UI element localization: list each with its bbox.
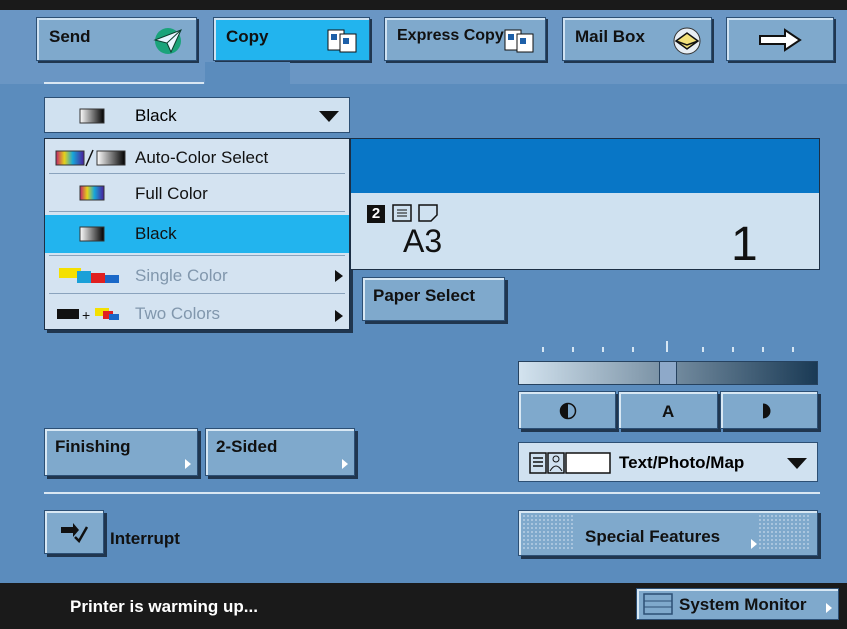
menu-item-label: Black [135, 224, 177, 243]
density-auto-button[interactable]: A [618, 391, 718, 429]
original-type-value: Text/Photo/Map [619, 453, 745, 472]
tab-send-label: Send [49, 27, 91, 46]
lighter-half-circle-icon [559, 402, 577, 420]
single-color-icon [59, 268, 119, 283]
two-sided-button[interactable]: 2-Sided [205, 428, 355, 476]
paper-select-button[interactable]: Paper Select [362, 277, 505, 321]
copy-quantity-value: 1 [731, 218, 758, 271]
system-monitor-label: System Monitor [679, 595, 807, 614]
black-gradient-icon [79, 226, 105, 242]
menu-item-label: Full Color [135, 184, 208, 203]
two-sided-label: 2-Sided [216, 437, 278, 456]
status-message: Printer is warming up... [70, 597, 258, 616]
tab-panel-edge [44, 70, 204, 84]
black-gradient-icon [79, 108, 105, 124]
submenu-arrow-icon [335, 270, 343, 282]
tab-mail-box[interactable]: Mail Box [562, 17, 712, 61]
paper-size-value: A3 [403, 223, 443, 259]
auto-color-icon [55, 149, 126, 167]
submenu-arrow-icon [185, 459, 191, 469]
density-slider[interactable] [518, 361, 818, 385]
copy-screen: Send Copy Express Copy Mail Box Black Au… [0, 0, 847, 629]
interrupt-button[interactable] [44, 510, 104, 554]
color-mode-dropdown[interactable]: Black [44, 97, 350, 133]
text-photo-map-icon [529, 452, 611, 474]
tab-express-copy[interactable]: Express Copy [384, 17, 546, 61]
tab-express-copy-label: Express Copy [397, 27, 504, 44]
paper-select-label: Paper Select [373, 286, 476, 305]
dotted-pattern-right [759, 515, 811, 551]
menu-item-two-colors[interactable]: + Two Colors [45, 295, 349, 333]
darker-half-circle-icon [763, 403, 771, 419]
submenu-arrow-icon [335, 310, 343, 322]
two-colors-icon: + [57, 307, 119, 323]
dotted-pattern-left [523, 515, 575, 551]
full-color-icon [79, 185, 105, 201]
color-mode-menu: Auto-Color Select Full Color Black Singl… [44, 138, 350, 330]
mail-box-icon [673, 27, 701, 55]
paper-plane-icon [153, 28, 182, 54]
copies-badge: 2 [367, 205, 385, 223]
active-tab-joint [205, 62, 290, 84]
finishing-label: Finishing [55, 437, 131, 456]
menu-item-label: Single Color [135, 266, 228, 285]
display-message-area [351, 139, 819, 193]
menu-divider [49, 173, 345, 174]
menu-divider [49, 211, 345, 212]
submenu-arrow-icon [751, 539, 757, 549]
menu-item-label: Auto-Color Select [135, 148, 269, 167]
svg-text:+: + [82, 307, 90, 323]
density-scale-ticks [542, 341, 794, 352]
submenu-arrow-icon [826, 603, 832, 613]
tab-mail-box-label: Mail Box [575, 27, 645, 46]
density-lighter-button[interactable] [518, 391, 616, 429]
menu-item-black[interactable]: Black [45, 215, 349, 253]
special-features-button[interactable]: Special Features [518, 510, 818, 556]
menu-item-single-color[interactable]: Single Color [45, 257, 349, 295]
original-type-dropdown[interactable]: Text/Photo/Map [518, 442, 818, 482]
chevron-down-icon [787, 458, 807, 469]
system-monitor-icon [643, 593, 673, 615]
tab-copy-label: Copy [226, 27, 269, 46]
finishing-button[interactable]: Finishing [44, 428, 198, 476]
paper-orientation-icon [392, 204, 438, 222]
menu-item-full-color[interactable]: Full Color [45, 175, 349, 213]
tab-send[interactable]: Send [36, 17, 197, 61]
interrupt-label: Interrupt [110, 529, 180, 548]
interrupt-icon [61, 523, 89, 543]
menu-item-label: Two Colors [135, 304, 221, 323]
status-bar: Printer is warming up... System Monitor [0, 583, 847, 629]
menu-divider [49, 255, 345, 256]
special-features-label: Special Features [585, 527, 721, 546]
section-divider [44, 492, 820, 494]
copy-status-display: 2 A3 1 [350, 138, 820, 271]
menu-item-auto-color-select[interactable]: Auto-Color Select [45, 139, 349, 177]
top-border [0, 0, 847, 10]
express-copy-documents-icon [504, 29, 534, 53]
menu-divider [49, 293, 345, 294]
density-slider-thumb[interactable] [659, 361, 677, 385]
tab-copy[interactable]: Copy [213, 17, 370, 61]
copy-documents-icon [327, 29, 357, 53]
system-monitor-button[interactable]: System Monitor [636, 588, 839, 620]
density-darker-button[interactable] [720, 391, 818, 429]
next-tab-arrow-button[interactable] [726, 17, 834, 61]
submenu-arrow-icon [342, 459, 348, 469]
density-auto-label: A [662, 402, 675, 421]
chevron-down-icon [319, 111, 339, 122]
arrow-right-icon [759, 28, 802, 52]
color-mode-value: Black [135, 106, 177, 125]
